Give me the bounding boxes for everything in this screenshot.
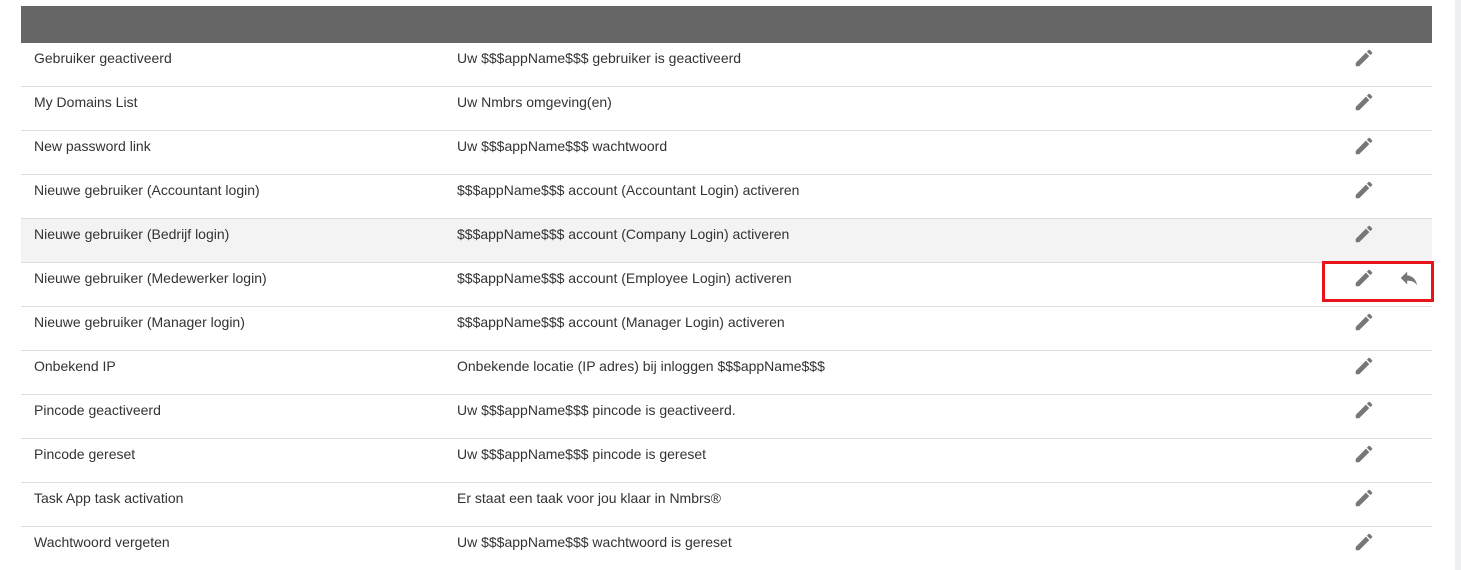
edit-button[interactable]	[1352, 134, 1376, 158]
template-subject: Uw $$$appName$$$ wachtwoord is gereset	[457, 534, 732, 550]
pencil-icon	[1355, 225, 1373, 243]
table-body: Gebruiker geactiveerd Uw $$$appName$$$ g…	[21, 43, 1432, 570]
table-row[interactable]: Task App task activation Er staat een ta…	[21, 483, 1432, 527]
edit-button[interactable]	[1352, 46, 1376, 70]
edit-button[interactable]	[1352, 178, 1376, 202]
edit-button[interactable]	[1352, 530, 1376, 554]
table-row[interactable]: Wachtwoord vergeten Uw $$$appName$$$ wac…	[21, 527, 1432, 570]
pencil-icon	[1355, 269, 1373, 287]
template-subject: Uw Nmbrs omgeving(en)	[457, 94, 612, 110]
table-header	[21, 6, 1432, 43]
table-row[interactable]: Nieuwe gebruiker (Medewerker login) $$$a…	[21, 263, 1432, 307]
pencil-icon	[1355, 489, 1373, 507]
email-templates-page: Gebruiker geactiveerd Uw $$$appName$$$ g…	[0, 0, 1461, 570]
template-name: Wachtwoord vergeten	[34, 534, 170, 550]
pencil-icon	[1355, 181, 1373, 199]
table-row[interactable]: My Domains List Uw Nmbrs omgeving(en)	[21, 87, 1432, 131]
pencil-icon	[1355, 401, 1373, 419]
template-name: Nieuwe gebruiker (Accountant login)	[34, 182, 260, 198]
edit-button[interactable]	[1352, 398, 1376, 422]
table-row[interactable]: Onbekend IP Onbekende locatie (IP adres)…	[21, 351, 1432, 395]
template-name: Onbekend IP	[34, 358, 116, 374]
table-row[interactable]: Nieuwe gebruiker (Bedrijf login) $$$appN…	[21, 219, 1432, 263]
table-row[interactable]: Nieuwe gebruiker (Accountant login) $$$a…	[21, 175, 1432, 219]
email-templates-table: Gebruiker geactiveerd Uw $$$appName$$$ g…	[21, 6, 1432, 570]
template-subject: Uw $$$appName$$$ gebruiker is geactiveer…	[457, 50, 742, 66]
pencil-icon	[1355, 49, 1373, 67]
template-name: Pincode gereset	[34, 446, 136, 462]
edit-button[interactable]	[1352, 90, 1376, 114]
template-name: Gebruiker geactiveerd	[34, 50, 172, 66]
edit-button[interactable]	[1352, 310, 1376, 334]
template-name: Nieuwe gebruiker (Manager login)	[34, 314, 245, 330]
undo-arrow-icon	[1400, 271, 1418, 286]
table-row[interactable]: Gebruiker geactiveerd Uw $$$appName$$$ g…	[21, 43, 1432, 87]
reset-to-default-button[interactable]	[1397, 266, 1421, 290]
template-subject: Er staat een taak voor jou klaar in Nmbr…	[457, 490, 721, 506]
template-subject: Onbekende locatie (IP adres) bij inlogge…	[457, 358, 825, 374]
edit-button[interactable]	[1352, 486, 1376, 510]
template-subject: Uw $$$appName$$$ pincode is gereset	[457, 446, 707, 462]
template-subject: $$$appName$$$ account (Manager Login) ac…	[457, 314, 785, 330]
pencil-icon	[1355, 93, 1373, 111]
template-name: My Domains List	[34, 94, 138, 110]
pencil-icon	[1355, 357, 1373, 375]
template-subject: $$$appName$$$ account (Company Login) ac…	[457, 226, 790, 242]
scrollbar-track[interactable]	[1455, 0, 1461, 570]
edit-button[interactable]	[1352, 354, 1376, 378]
edit-button[interactable]	[1352, 442, 1376, 466]
template-name: Nieuwe gebruiker (Bedrijf login)	[34, 226, 230, 242]
pencil-icon	[1355, 137, 1373, 155]
template-name: Task App task activation	[34, 490, 184, 506]
pencil-icon	[1355, 445, 1373, 463]
table-row[interactable]: New password link Uw $$$appName$$$ wacht…	[21, 131, 1432, 175]
template-name: Nieuwe gebruiker (Medewerker login)	[34, 270, 267, 286]
template-subject: $$$appName$$$ account (Accountant Login)…	[457, 182, 800, 198]
template-subject: Uw $$$appName$$$ wachtwoord	[457, 138, 668, 154]
edit-button[interactable]	[1352, 222, 1376, 246]
table-row[interactable]: Pincode gereset Uw $$$appName$$$ pincode…	[21, 439, 1432, 483]
pencil-icon	[1355, 533, 1373, 551]
table-row[interactable]: Pincode geactiveerd Uw $$$appName$$$ pin…	[21, 395, 1432, 439]
edit-button[interactable]	[1352, 266, 1376, 290]
template-subject: Uw $$$appName$$$ pincode is geactiveerd.	[457, 402, 736, 418]
template-name: New password link	[34, 138, 151, 154]
table-row[interactable]: Nieuwe gebruiker (Manager login) $$$appN…	[21, 307, 1432, 351]
pencil-icon	[1355, 313, 1373, 331]
template-name: Pincode geactiveerd	[34, 402, 161, 418]
template-subject: $$$appName$$$ account (Employee Login) a…	[457, 270, 792, 286]
